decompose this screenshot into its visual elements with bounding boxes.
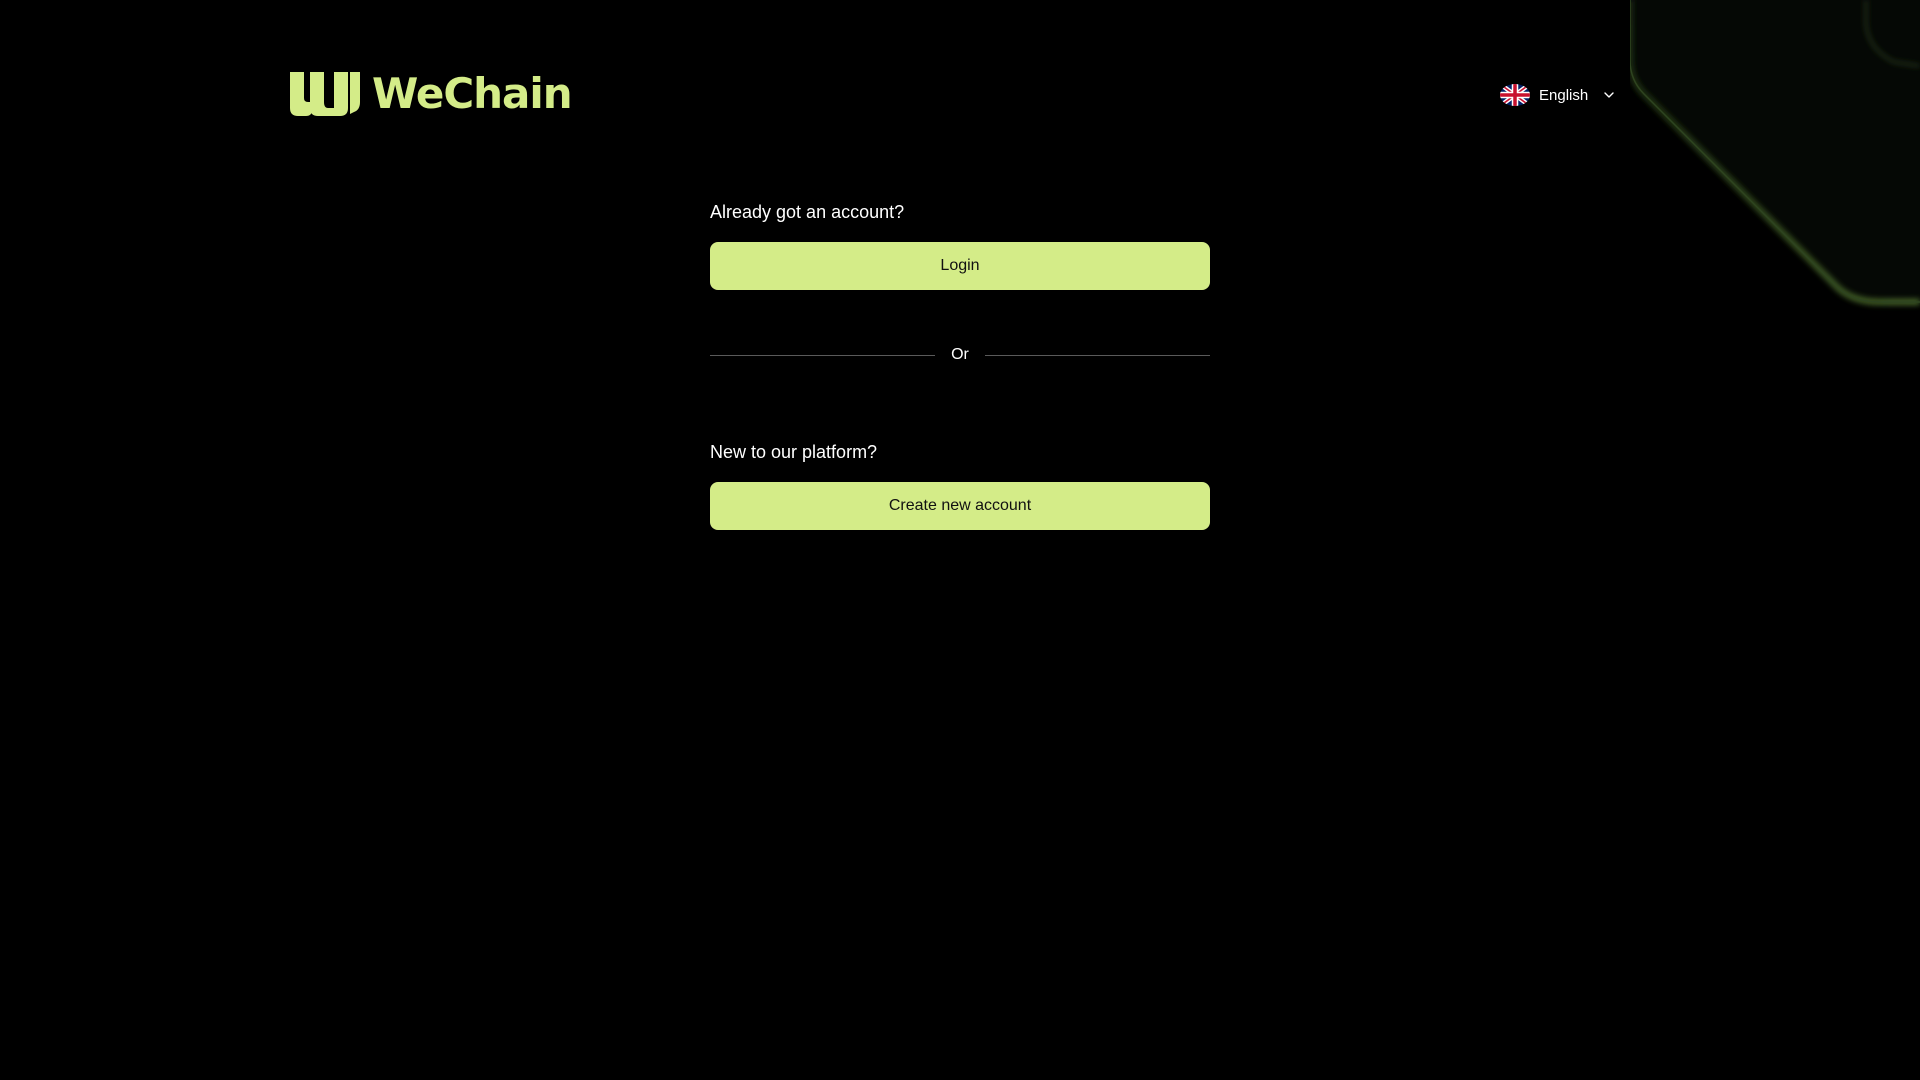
signup-prompt: New to our platform? — [710, 442, 878, 462]
landing-page: WeChain English Already got an account? … — [0, 0, 1920, 1080]
auth-panel: Already got an account? Login Or New to … — [710, 200, 1210, 530]
brand-name: WeChain — [372, 69, 573, 118]
login-prompt: Already got an account? — [710, 202, 905, 222]
divider-line-right — [984, 354, 1210, 356]
create-account-button[interactable]: Create new account — [710, 482, 1210, 530]
or-divider: Or — [710, 346, 1210, 364]
divider-label: Or — [951, 346, 969, 363]
divider-line-left — [710, 354, 936, 356]
chevron-down-icon — [1604, 92, 1614, 98]
login-button[interactable]: Login — [710, 242, 1210, 290]
uk-flag-icon — [1500, 84, 1530, 106]
language-selector[interactable]: English — [1500, 84, 1615, 106]
language-label: English — [1539, 86, 1589, 104]
brand-logo[interactable]: WeChain — [290, 69, 573, 118]
wechain-logo-icon — [290, 72, 360, 116]
corner-decoration — [1630, 0, 1920, 305]
